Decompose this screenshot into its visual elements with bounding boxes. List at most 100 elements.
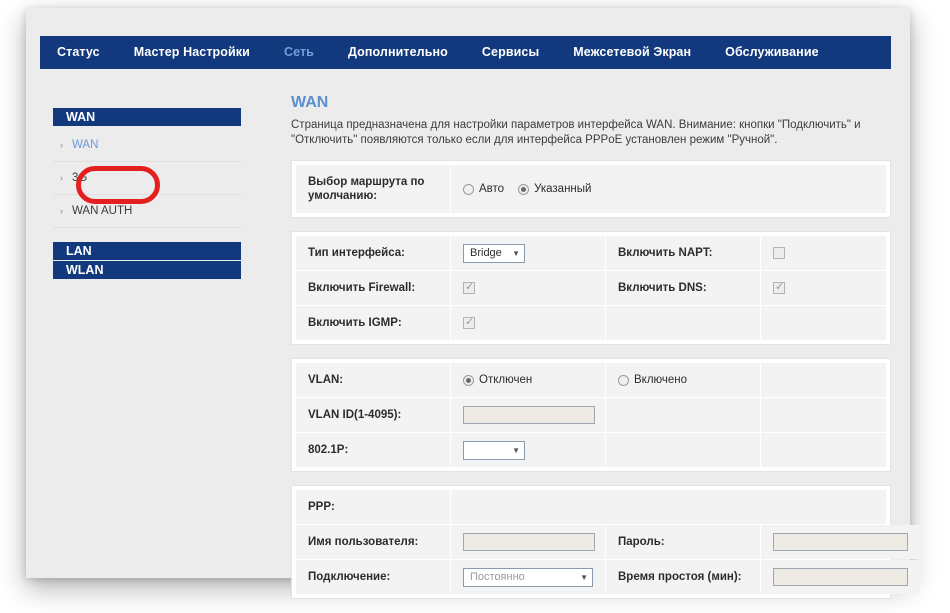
sidebar-item-wan-auth-label: WAN AUTH — [72, 205, 133, 217]
sidebar-section-wan[interactable]: WAN — [53, 108, 241, 126]
table-row: Включить IGMP: — [296, 306, 886, 340]
radio-vlan-enabled-icon[interactable] — [618, 374, 629, 386]
table-row: VLAN ID(1-4095): — [296, 398, 886, 433]
password-input[interactable] — [773, 533, 908, 551]
username-label: Имя пользователя: — [296, 525, 451, 559]
sidebar-section-wlan[interactable]: WLAN — [53, 261, 241, 279]
dns-label: Включить DNS: — [606, 271, 761, 305]
table-row: Подключение: Постоянно ▼ Время простоя (… — [296, 560, 920, 594]
chevron-right-icon: › — [60, 173, 63, 183]
chevron-down-icon: ▼ — [512, 445, 520, 455]
interface-type-label: Тип интерфейса: — [296, 236, 451, 270]
nav-item-setup-wizard[interactable]: Мастер Настройки — [117, 36, 267, 69]
nav-item-services[interactable]: Сервисы — [465, 36, 556, 69]
idle-time-input[interactable] — [773, 568, 908, 586]
napt-value — [761, 236, 886, 270]
empty-cell — [606, 398, 761, 432]
vlan-id-value — [451, 398, 606, 432]
dot1p-label: 802.1P: — [296, 433, 451, 467]
password-value — [761, 525, 920, 559]
idle-time-label: Время простоя (мин): — [606, 560, 761, 594]
page-title: WAN — [291, 94, 329, 111]
page-description: Страница предназначена для настройки пар… — [291, 119, 861, 146]
idle-time-value — [761, 560, 920, 594]
interface-type-selected: Bridge — [470, 247, 502, 259]
interface-type-value: Bridge ▼ — [451, 236, 606, 270]
chevron-down-icon: ▼ — [512, 248, 520, 258]
firewall-checkbox[interactable] — [463, 280, 475, 294]
nav-item-network[interactable]: Сеть — [267, 36, 331, 69]
igmp-value — [451, 306, 606, 340]
dot1p-value: ▼ — [451, 433, 606, 467]
nav-item-firewall[interactable]: Межсетевой Экран — [556, 36, 708, 69]
empty-cell — [761, 398, 886, 432]
radio-auto-icon[interactable] — [463, 183, 474, 195]
vlan-disabled-label: Отключен — [479, 374, 533, 386]
main-content: WAN Страница предназначена для настройки… — [291, 94, 920, 612]
interface-settings-panel: Тип интерфейса: Bridge ▼ Включить NAPT: … — [291, 231, 891, 345]
radio-auto-label: Авто — [479, 183, 505, 195]
chevron-right-icon: › — [60, 206, 63, 216]
sidebar-item-wan[interactable]: › WAN — [53, 129, 241, 162]
empty-cell — [761, 306, 886, 340]
dns-value — [761, 271, 886, 305]
firewall-value — [451, 271, 606, 305]
default-route-options: Авто Указанный — [451, 165, 886, 213]
password-label: Пароль: — [606, 525, 761, 559]
router-admin-page: Статус Мастер Настройки Сеть Дополнитель… — [26, 8, 920, 599]
nav-item-status[interactable]: Статус — [40, 36, 117, 69]
dns-checkbox[interactable] — [773, 280, 785, 294]
ppp-panel: PPP: Имя пользователя: Пароль: Подключен… — [291, 485, 920, 599]
interface-type-select[interactable]: Bridge ▼ — [463, 243, 525, 263]
empty-cell — [451, 490, 886, 524]
table-row: Имя пользователя: Пароль: — [296, 525, 920, 560]
firewall-label: Включить Firewall: — [296, 271, 451, 305]
chevron-right-icon: › — [60, 140, 63, 150]
connection-select[interactable]: Постоянно ▼ — [463, 567, 593, 587]
sidebar-item-3g[interactable]: › 3G — [53, 162, 241, 195]
table-row: 802.1P: ▼ — [296, 433, 886, 467]
table-row: VLAN: Отключен Включено — [296, 363, 886, 398]
igmp-checkbox[interactable] — [463, 315, 475, 329]
vlan-id-input[interactable] — [463, 406, 595, 424]
sidebar: WAN › WAN › 3G › WAN AUTH LAN WLAN — [53, 108, 241, 280]
radio-option-auto[interactable]: Авто — [463, 183, 504, 195]
default-route-panel: Выбор маршрута по умолчанию: Авто Указан… — [291, 160, 891, 218]
nav-item-advanced[interactable]: Дополнительно — [331, 36, 465, 69]
connection-label: Подключение: — [296, 560, 451, 594]
connection-selected: Постоянно — [470, 571, 525, 583]
username-input[interactable] — [463, 533, 595, 551]
sidebar-section-lan[interactable]: LAN — [53, 242, 241, 260]
radio-specified-icon[interactable] — [518, 183, 530, 195]
radio-vlan-disabled-icon[interactable] — [463, 374, 474, 386]
username-value — [451, 525, 606, 559]
chevron-down-icon: ▼ — [580, 572, 588, 582]
dot1p-select[interactable]: ▼ — [463, 440, 525, 460]
napt-checkbox[interactable] — [773, 247, 785, 259]
sidebar-item-3g-label: 3G — [72, 172, 88, 184]
ppp-label: PPP: — [296, 490, 451, 524]
vlan-panel: VLAN: Отключен Включено VLAN ID(1-4095): — [291, 358, 891, 472]
default-route-label: Выбор маршрута по умолчанию: — [296, 165, 451, 213]
sidebar-item-wan-auth[interactable]: › WAN AUTH — [53, 195, 241, 228]
nav-item-maintenance[interactable]: Обслуживание — [708, 36, 836, 69]
vlan-disabled-option[interactable]: Отключен — [451, 363, 606, 397]
igmp-label: Включить IGMP: — [296, 306, 451, 340]
empty-cell — [606, 433, 761, 467]
empty-cell — [761, 433, 886, 467]
vlan-enabled-option[interactable]: Включено — [606, 363, 761, 397]
table-row: Выбор маршрута по умолчанию: Авто Указан… — [296, 165, 886, 213]
vlan-label: VLAN: — [296, 363, 451, 397]
vlan-enabled-label: Включено — [634, 374, 688, 386]
table-row: PPP: — [296, 490, 886, 525]
radio-option-specified[interactable]: Указанный — [518, 183, 591, 195]
radio-specified-label: Указанный — [534, 183, 592, 195]
vlan-id-label: VLAN ID(1-4095): — [296, 398, 451, 432]
connection-value: Постоянно ▼ — [451, 560, 606, 594]
sidebar-item-wan-label: WAN — [72, 139, 99, 151]
napt-label: Включить NAPT: — [606, 236, 761, 270]
sidebar-wan-items: › WAN › 3G › WAN AUTH — [53, 127, 241, 228]
empty-cell — [761, 363, 886, 397]
empty-cell — [606, 306, 761, 340]
screenshot-root: Статус Мастер Настройки Сеть Дополнитель… — [0, 0, 950, 613]
